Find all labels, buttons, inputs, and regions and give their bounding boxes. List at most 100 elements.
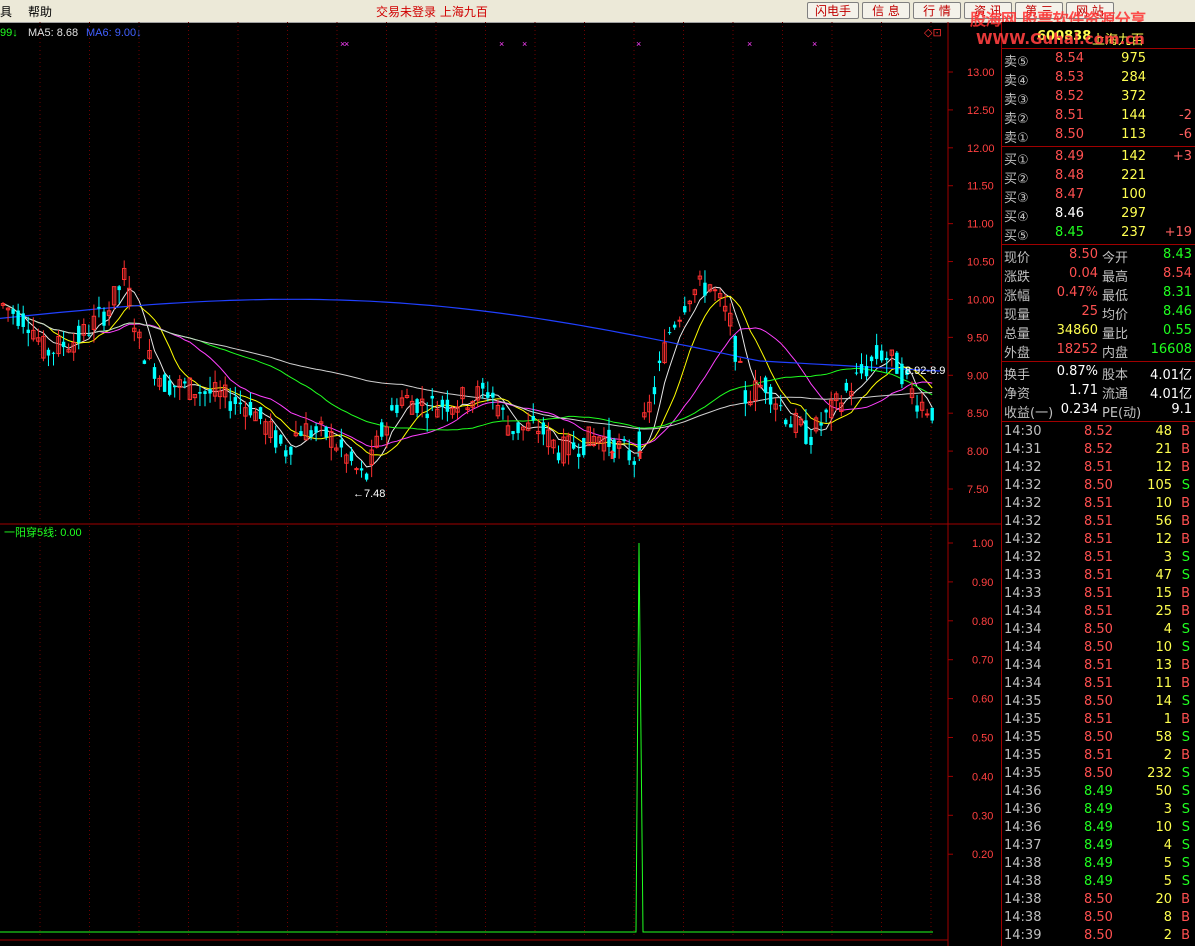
ask-change: -6 — [1179, 127, 1192, 142]
tick-price: 8.50 — [1084, 928, 1113, 943]
ma20-line — [2, 303, 933, 448]
tick-row: 14:32 8.51 12 B — [1002, 531, 1195, 550]
candle-body-down — [667, 332, 672, 334]
menu-tools[interactable]: 具 — [0, 3, 12, 20]
tick-time: 14:38 — [1004, 910, 1042, 925]
tick-row: 14:33 8.51 15 B — [1002, 585, 1195, 604]
tick-side: B — [1181, 604, 1190, 619]
moving-average-lines — [0, 286, 941, 468]
tick-side: B — [1181, 712, 1190, 727]
tick-side: S — [1181, 640, 1190, 655]
candle-body-down — [622, 439, 626, 442]
buy-arrow-marker: ⬆ — [607, 448, 617, 462]
tick-side: B — [1181, 532, 1190, 547]
tick-side: B — [1181, 442, 1190, 457]
quote-label: 量比 — [1102, 327, 1129, 342]
quote-label: 涨跌 — [1004, 270, 1031, 285]
candle-body-down — [324, 426, 328, 438]
tick-price: 8.52 — [1084, 442, 1113, 457]
price-tick-label: 12.00 — [967, 143, 995, 155]
tick-volume: 8 — [1163, 910, 1172, 925]
candle-body-down — [880, 350, 884, 361]
quote-row: 现价 8.50 今开 8.43 — [1002, 246, 1195, 266]
tick-volume: 13 — [1155, 658, 1172, 673]
tick-row: 14:31 8.52 21 B — [1002, 441, 1195, 460]
ask-volume: 144 — [1121, 108, 1146, 123]
candle-body-down — [203, 391, 207, 395]
candle-body-down — [859, 364, 864, 374]
tick-volume: 11 — [1155, 676, 1172, 691]
candle-body-down — [895, 352, 899, 374]
candle-body-down — [733, 336, 737, 362]
quote-row: 净资 1.71 流通 4.01亿 — [1002, 382, 1195, 402]
candle-body-down — [395, 404, 399, 414]
kline-chart[interactable]: ×× × × × × ×⬆ ⬆ 13.0012.5012.0011.5011.0010.50… — [0, 22, 1001, 946]
bid-price: 8.47 — [1055, 187, 1084, 202]
chart-options-icon[interactable]: ◇⊡ — [924, 27, 942, 39]
ask-volume: 975 — [1121, 51, 1146, 66]
quote-button[interactable]: 行 情 — [913, 2, 961, 19]
price-tick-label: 8.50 — [967, 408, 988, 420]
tick-time: 14:32 — [1004, 532, 1042, 547]
candle-body-down — [486, 392, 490, 398]
tick-row: 14:36 8.49 10 S — [1002, 819, 1195, 838]
quote-value: 8.46 — [1163, 304, 1192, 319]
tick-row: 14:30 8.52 48 B — [1002, 423, 1195, 442]
candle-body-down — [556, 452, 561, 461]
quote-value: 0.04 — [1069, 266, 1098, 281]
chart-grid — [0, 22, 1001, 946]
quote-row: 外盘 18252 内盘 16608 — [1002, 341, 1195, 361]
ask-row: 卖③ 8.52 372 — [1002, 88, 1195, 108]
tick-row: 14:34 8.51 13 B — [1002, 657, 1195, 676]
candle-body-down — [228, 401, 232, 411]
candle-body-down — [531, 415, 535, 421]
tick-side: B — [1181, 514, 1190, 529]
quote-label: 现量 — [1004, 308, 1031, 323]
quote-value: 18252 — [1056, 342, 1098, 357]
tick-side: S — [1181, 694, 1190, 709]
tick-row: 14:32 8.51 12 B — [1002, 459, 1195, 478]
quote-label: 总量 — [1004, 327, 1031, 342]
tick-row: 14:36 8.49 3 S — [1002, 801, 1195, 820]
info-button[interactable]: 信 息 — [862, 2, 910, 19]
menu-help[interactable]: 帮助 — [28, 3, 52, 20]
tick-side: B — [1181, 586, 1190, 601]
candle-body-down — [248, 401, 253, 416]
ask-row: 卖② 8.51 144 -2 — [1002, 107, 1195, 127]
tick-time: 14:32 — [1004, 478, 1042, 493]
candle-body-down — [768, 386, 773, 405]
tick-volume: 4 — [1163, 838, 1172, 853]
tick-price: 8.49 — [1084, 802, 1113, 817]
candle-body-up — [738, 360, 743, 363]
candle-body-down — [299, 431, 303, 436]
candle-body-down — [364, 473, 369, 480]
candle-body-down — [238, 402, 243, 405]
tick-price: 8.50 — [1084, 730, 1113, 745]
candle-body-up — [677, 319, 682, 322]
candle-body-down — [117, 286, 121, 291]
candle-body-down — [885, 357, 889, 361]
candle-body-down — [258, 407, 263, 419]
price-tick-label: 7.50 — [967, 484, 988, 496]
tick-row: 14:39 8.50 2 B — [1002, 927, 1195, 946]
candle-body-down — [743, 390, 748, 404]
ask-level-label: 卖② — [1004, 112, 1029, 127]
ask-level-label: 卖④ — [1004, 74, 1029, 89]
indicator-tick-label: 0.80 — [972, 616, 993, 628]
tick-side: B — [1181, 424, 1190, 439]
candle-body-down — [864, 366, 869, 377]
bid-volume: 297 — [1121, 206, 1146, 221]
indicator-tick-label: 1.00 — [972, 538, 993, 550]
candle-body-down — [809, 436, 813, 446]
tick-volume: 58 — [1155, 730, 1172, 745]
tick-row: 14:32 8.51 10 B — [1002, 495, 1195, 514]
flash-trade-button[interactable]: 闪电手 — [807, 2, 859, 19]
indicator-tick-label: 0.70 — [972, 655, 993, 667]
candle-body-down — [672, 324, 677, 328]
quote-row: 收益(一) 0.234 PE(动) 9.1 — [1002, 401, 1195, 421]
bid-row: 买② 8.48 221 — [1002, 167, 1195, 187]
quote-value: 0.234 — [1060, 402, 1098, 417]
tick-side: S — [1181, 820, 1190, 835]
candle-body-down — [162, 374, 167, 392]
price-tick-label: 9.00 — [967, 370, 988, 382]
